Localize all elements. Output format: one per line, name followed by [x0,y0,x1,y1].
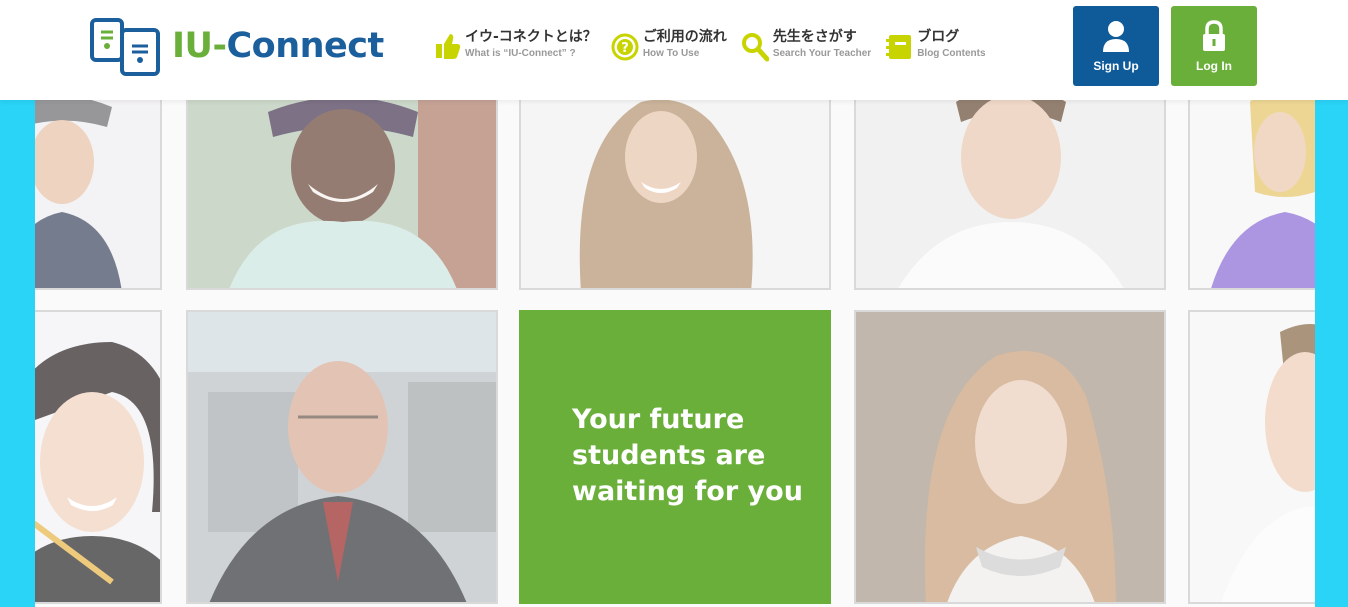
sign-up-button[interactable]: Sign Up [1073,6,1159,86]
side-bar-right [1315,100,1348,607]
teacher-photo-tile [854,100,1166,290]
user-icon [1103,21,1129,52]
site-header: IU-Connect イウ-コネクトとは？ What is “IU-Connec… [0,0,1348,100]
nav-item-search-teacher[interactable]: 先生をさがす Search Your Teacher [741,28,871,62]
logo-text-prefix: IU- [172,26,227,66]
nav-how-to-use-sublabel: How To Use [642,48,700,59]
side-bar-left [0,100,35,607]
nav-search-teacher-label: 先生をさがす [772,29,857,45]
search-icon [741,33,769,62]
nav-item-blog[interactable]: ブログ Blog Contents [885,28,986,62]
nav-item-about[interactable]: イウ-コネクトとは？ What is “IU-Connect” ? [433,28,597,62]
sign-up-label: Sign Up [1093,59,1139,73]
nav-search-teacher-sublabel: Search Your Teacher [772,48,872,59]
lock-icon [1203,20,1225,51]
teacher-photo-tile [35,310,162,604]
question-icon: ? [611,33,639,61]
tagline-tile: Your future students are waiting for you [519,310,831,604]
nav-blog-sublabel: Blog Contents [917,48,986,59]
svg-text:?: ? [621,41,629,56]
teacher-photo-tile [186,100,498,290]
teacher-photo-gallery: Your future students are waiting for you [35,100,1315,607]
nav-blog-label: ブログ [917,29,960,45]
logo-text-suffix: Connect [226,26,384,66]
nav-about-sublabel: What is “IU-Connect” ? [465,48,576,59]
teacher-photo-tile [854,310,1166,604]
main-nav: イウ-コネクトとは？ What is “IU-Connect” ? ? ご利用の… [433,28,1000,62]
logo-wordmark: IU-Connect [172,26,384,66]
teacher-photo-tile [519,100,831,290]
thumbs-up-icon [436,34,461,59]
chat-bubbles-logo-icon [90,18,160,76]
nav-item-how-to-use[interactable]: ? ご利用の流れ How To Use [611,28,727,62]
teacher-photo-tile [1188,310,1315,604]
hero-tagline: Your future students are waiting for you [572,404,803,507]
log-in-label: Log In [1196,59,1232,73]
site-logo[interactable]: IU-Connect [88,16,384,78]
nav-how-to-use-label: ご利用の流れ [642,29,727,45]
teacher-photo-tile [186,310,498,604]
notebook-icon [886,35,912,59]
nav-about-label: イウ-コネクトとは？ [465,29,597,45]
teacher-photo-tile [35,100,162,290]
log-in-button[interactable]: Log In [1171,6,1257,86]
teacher-photo-tile [1188,100,1315,290]
